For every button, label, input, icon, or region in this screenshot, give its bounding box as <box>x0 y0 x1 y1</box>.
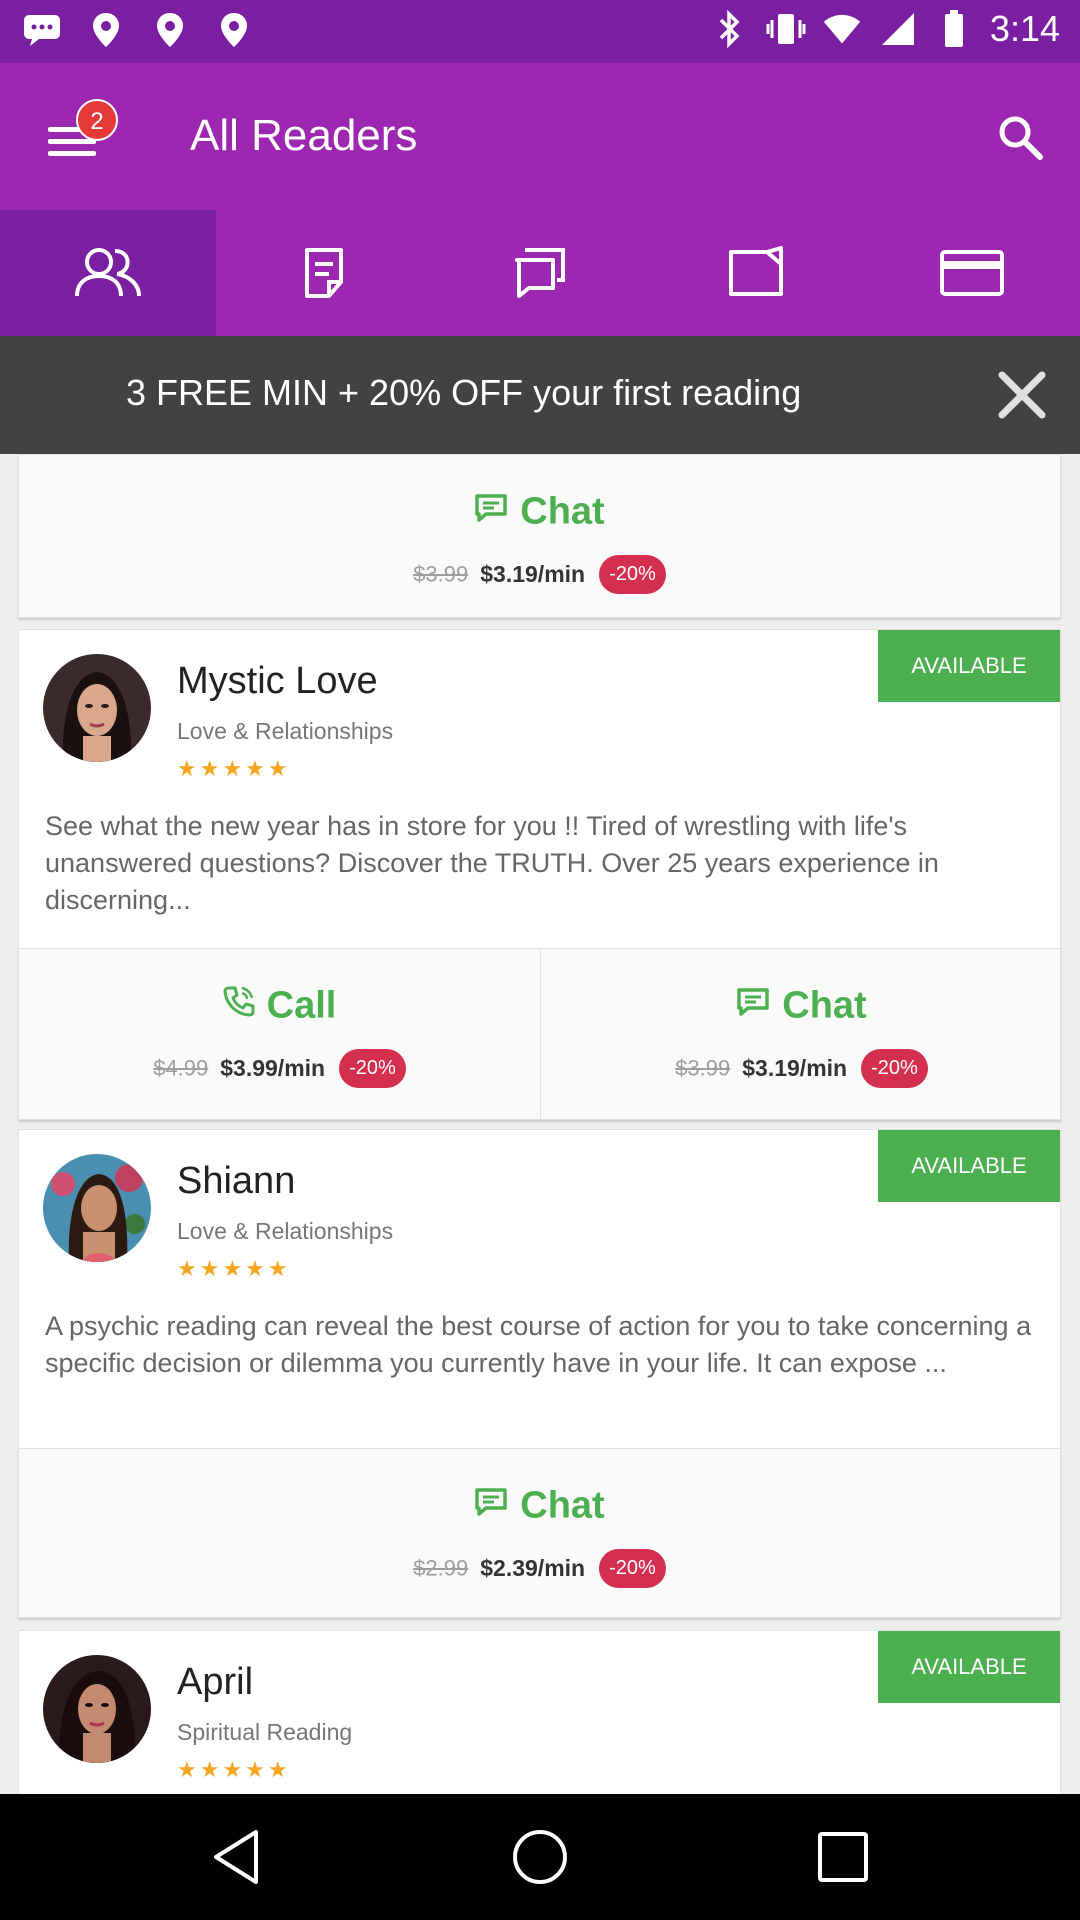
chat-action[interactable]: Chat $3.99 $3.19/min -20% <box>19 455 1060 617</box>
reader-category: Love & Relationships <box>177 718 394 744</box>
tab-payment[interactable] <box>864 210 1080 336</box>
star-rating: ★★★★★ <box>177 1757 291 1782</box>
location-pin-icon <box>214 10 254 50</box>
messages-icon <box>515 248 565 298</box>
tab-folder[interactable] <box>648 210 864 336</box>
chat-icon <box>736 984 770 1027</box>
reader-name: April <box>177 1661 254 1703</box>
home-icon <box>513 1830 567 1884</box>
page-title: All Readers <box>190 111 418 160</box>
discount-badge: -20% <box>861 1049 928 1088</box>
recents-button[interactable] <box>810 1824 876 1890</box>
chat-label: Chat <box>782 984 867 1027</box>
chat-action[interactable]: Chat $2.99 $2.39/min -20% <box>19 1449 1060 1617</box>
wifi-icon <box>822 9 862 49</box>
reader-name: Mystic Love <box>177 660 378 702</box>
credit-card-icon <box>940 250 1004 296</box>
system-nav-bar <box>0 1794 1080 1920</box>
chat-action[interactable]: Chat $3.99 $3.19/min -20% <box>541 949 1062 1119</box>
call-label: Call <box>266 984 337 1027</box>
message-notification-icon <box>22 10 62 50</box>
discount-badge: -20% <box>599 1549 666 1588</box>
status-badge: AVAILABLE <box>878 630 1060 702</box>
home-button[interactable] <box>507 1824 573 1890</box>
chat-label: Chat <box>520 1484 605 1527</box>
call-action[interactable]: Call $4.99 $3.99/min -20% <box>19 949 540 1119</box>
location-pin-icon <box>150 10 190 50</box>
notes-icon <box>305 248 343 298</box>
reader-description: A psychic reading can reveal the best co… <box>45 1311 1032 1378</box>
avatar <box>43 1655 151 1763</box>
chat-action-panel[interactable]: Chat $2.99 $2.39/min -20% <box>18 1448 1061 1618</box>
tab-bar <box>0 210 1080 336</box>
new-price: $2.39/min <box>480 1555 586 1581</box>
recents-icon <box>818 1832 868 1882</box>
chat-icon <box>474 1484 508 1527</box>
promo-text: 3 FREE MIN + 20% OFF your first reading <box>126 372 802 413</box>
new-price: $3.19/min <box>480 561 586 587</box>
old-price: $4.99 <box>153 1055 209 1081</box>
star-rating: ★★★★★ <box>177 756 291 781</box>
reader-actions: Call $4.99 $3.99/min -20% Chat $3.99 $3.19/… <box>18 948 1061 1120</box>
reader-name: Shiann <box>177 1160 296 1202</box>
battery-icon <box>934 9 974 49</box>
tab-messages[interactable] <box>432 210 648 336</box>
location-pin-icon <box>86 10 126 50</box>
new-price: $3.19/min <box>742 1055 848 1081</box>
status-bar: 3:14 <box>0 0 1080 63</box>
chat-label: Chat <box>520 490 605 533</box>
discount-badge: -20% <box>599 555 666 594</box>
chat-action-panel[interactable]: Chat $3.99 $3.19/min -20% <box>18 454 1061 618</box>
signal-icon <box>878 9 918 49</box>
new-price: $3.99/min <box>220 1055 326 1081</box>
back-icon <box>214 1830 258 1884</box>
phone-icon <box>223 984 255 1027</box>
discount-badge: -20% <box>339 1049 406 1088</box>
chat-icon <box>474 490 508 533</box>
promo-banner: 3 FREE MIN + 20% OFF your first reading <box>0 336 1080 454</box>
reader-card[interactable]: April Spiritual Reading ★★★★★ AVAILABLE <box>18 1630 1061 1794</box>
status-badge: AVAILABLE <box>878 1130 1060 1202</box>
app-bar: 2 All Readers <box>0 63 1080 210</box>
search-icon <box>999 116 1043 160</box>
readers-icon <box>75 248 141 297</box>
status-badge: AVAILABLE <box>878 1631 1060 1703</box>
avatar <box>43 654 151 762</box>
vibrate-icon <box>766 9 806 49</box>
old-price: $2.99 <box>413 1555 469 1581</box>
reader-category: Love & Relationships <box>177 1218 394 1244</box>
clock: 3:14 <box>989 8 1060 49</box>
reader-card[interactable]: Mystic Love Love & Relationships ★★★★★ A… <box>18 629 1061 949</box>
search-button[interactable] <box>990 107 1050 167</box>
bluetooth-icon <box>710 9 750 49</box>
folder-icon <box>729 246 783 296</box>
tab-readers[interactable] <box>0 210 216 336</box>
reader-card[interactable]: Shiann Love & Relationships ★★★★★ AVAILA… <box>18 1129 1061 1449</box>
old-price: $3.99 <box>413 561 469 587</box>
star-rating: ★★★★★ <box>177 1256 291 1281</box>
reader-description: See what the new year has in store for y… <box>45 811 939 915</box>
back-button[interactable] <box>204 1824 270 1890</box>
reader-category: Spiritual Reading <box>177 1719 353 1745</box>
avatar <box>43 1154 151 1262</box>
readers-list: Chat $3.99 $3.19/min -20% Mystic Love Love… <box>0 454 1080 1794</box>
tab-notes[interactable] <box>216 210 432 336</box>
notification-badge: 2 <box>76 99 118 141</box>
close-icon <box>998 371 1046 419</box>
close-promo-button[interactable] <box>994 367 1050 423</box>
old-price: $3.99 <box>675 1055 731 1081</box>
